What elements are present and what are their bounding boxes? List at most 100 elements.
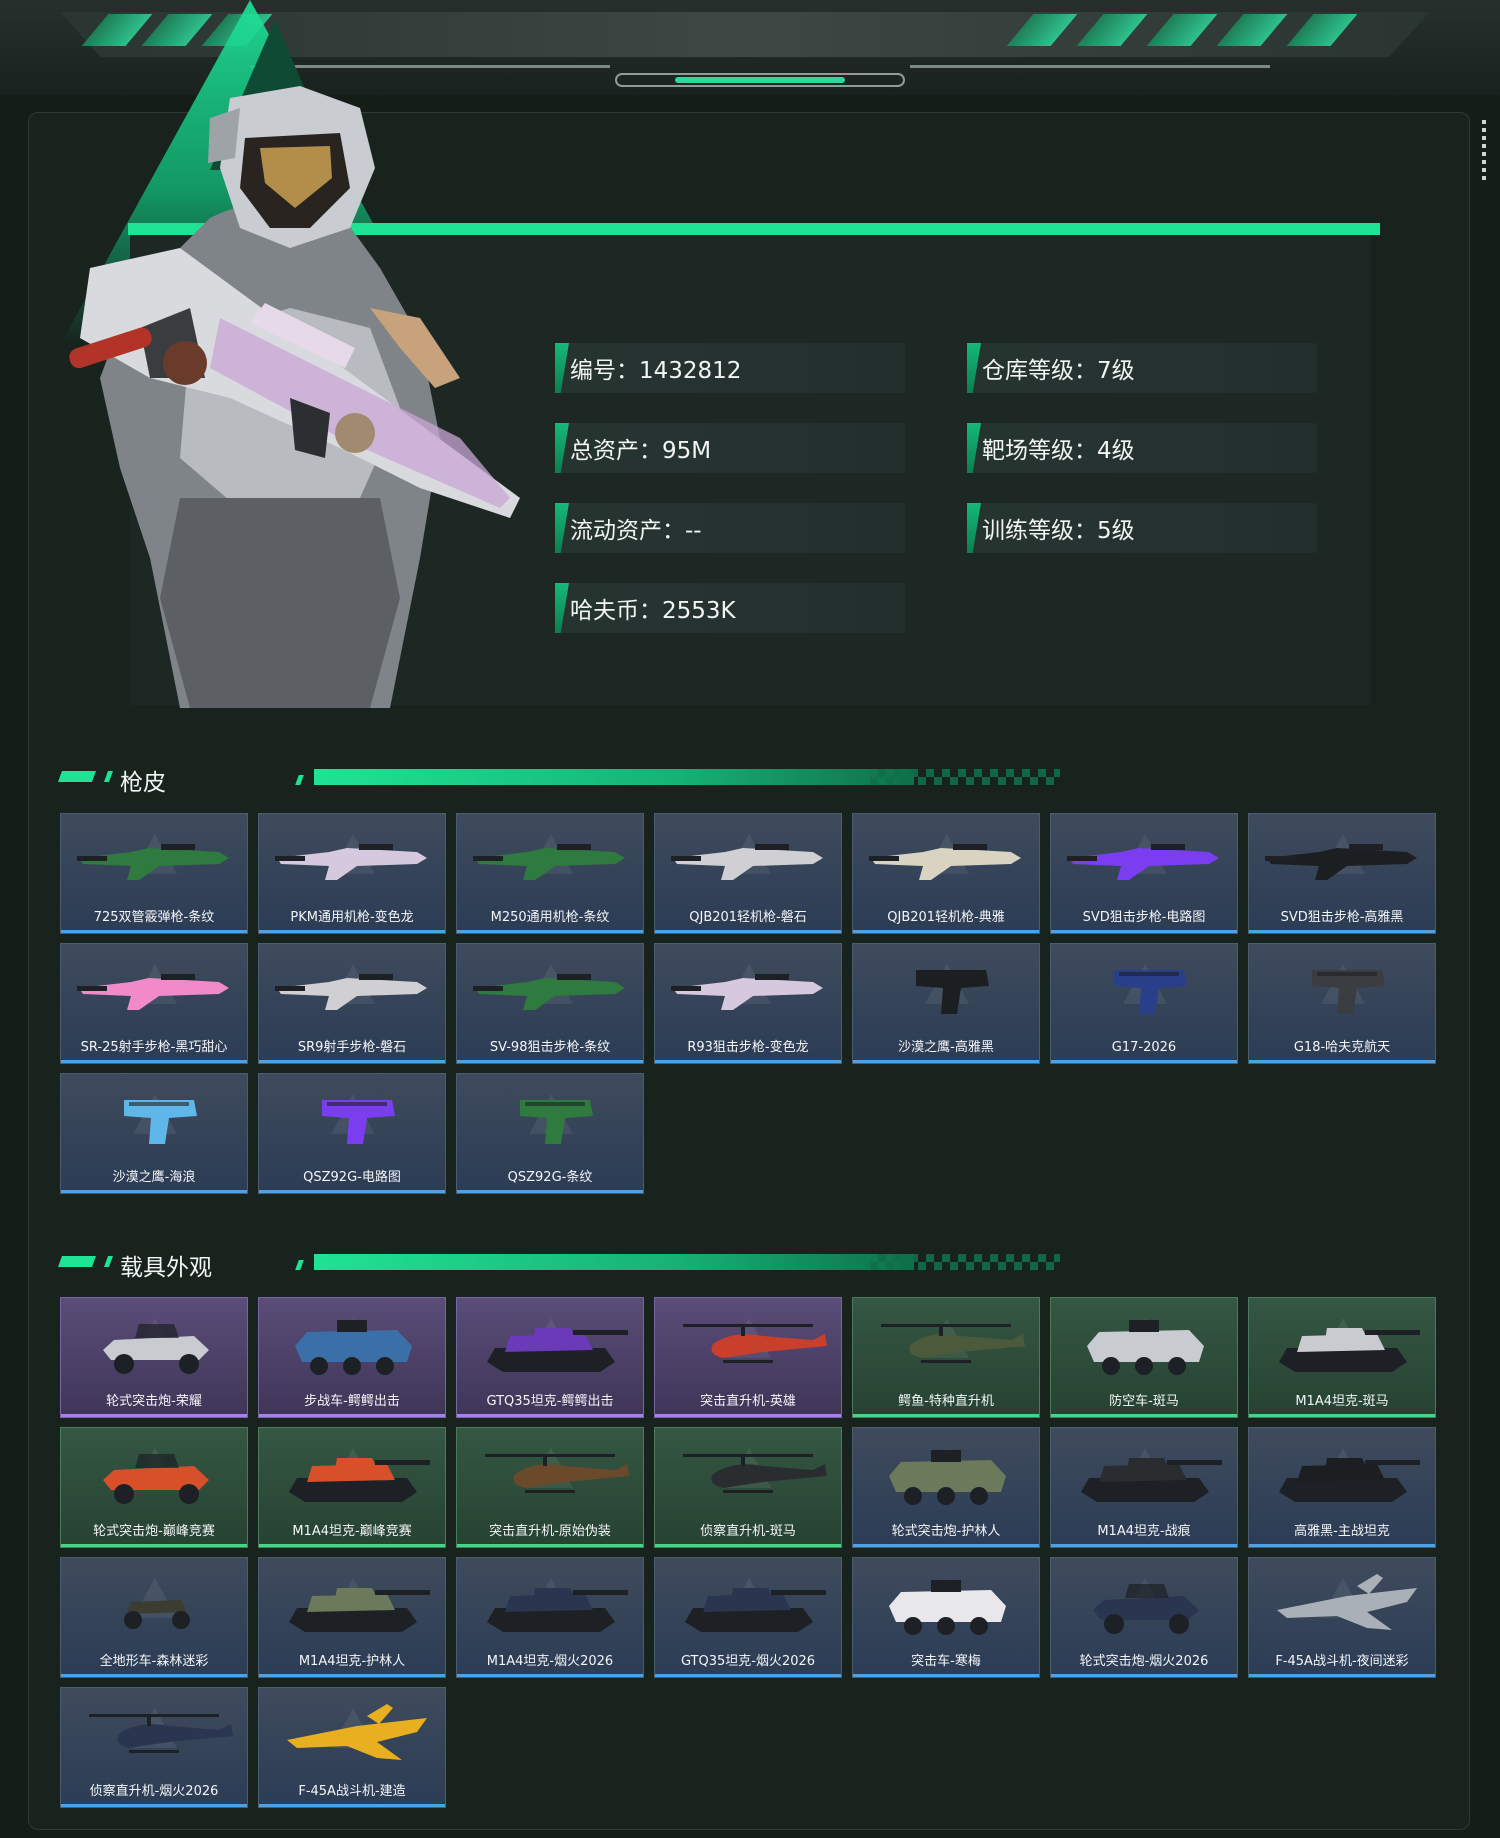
stat-range-level: 靶场等级：4级 [967,423,1317,473]
vehicle-name: GTQ35坦克-鳄鳄出击 [486,1394,614,1409]
rarity-underline [1051,1544,1237,1547]
skin-card[interactable]: PKM通用机枪-变色龙 [258,813,446,934]
stat-training-level: 训练等级：5级 [967,503,1317,553]
rarity-underline [259,930,445,933]
header-marker [57,771,97,782]
skin-card[interactable]: SVD狙击步枪-电路图 [1050,813,1238,934]
vehicle-card[interactable]: M1A4坦克-护林人 [258,1557,446,1678]
skin-card[interactable]: QJB201轻机枪-典雅 [852,813,1040,934]
rarity-underline [853,1060,1039,1063]
vehicle-name: M1A4坦克-烟火2026 [486,1654,614,1669]
vehicle-card[interactable]: M1A4坦克-斑马 [1248,1297,1436,1418]
stat-notch [555,343,569,393]
vehicle-card[interactable]: 高雅黑-主战坦克 [1248,1427,1436,1548]
vehicle-card[interactable]: F-45A战斗机-建造 [258,1687,446,1808]
skin-card[interactable]: G17-2026 [1050,943,1238,1064]
vehicle-card[interactable]: F-45A战斗机-夜间迷彩 [1248,1557,1436,1678]
skin-name: 725双管霰弹枪-条纹 [93,910,215,925]
vehicle-card[interactable]: 侦察直升机-斑马 [654,1427,842,1548]
stat-text: 编号：1432812 [570,358,742,384]
vehicle-card[interactable]: 突击直升机-原始伪装 [456,1427,644,1548]
skin-name: R93狙击步枪-变色龙 [687,1040,809,1055]
vehicle-card[interactable]: 侦察直升机-烟火2026 [60,1687,248,1808]
rarity-underline [1249,1414,1435,1417]
skin-card[interactable]: SR9射手步枪-磐石 [258,943,446,1064]
rarity-underline [1249,1544,1435,1547]
rarity-underline [655,930,841,933]
apc-icon [889,1580,1006,1635]
vehicle-card[interactable]: M1A4坦克-巅峰竞赛 [258,1427,446,1548]
vehicle-card[interactable]: GTQ35坦克-鳄鳄出击 [456,1297,644,1418]
skin-card[interactable]: SR-25射手步枪-黑巧甜心 [60,943,248,1064]
tank-icon [487,1328,628,1372]
skin-name: QJB201轻机枪-典雅 [887,910,1005,925]
vehicle-card[interactable]: 轮式突击炮-荣耀 [60,1297,248,1418]
rarity-underline [457,1674,643,1677]
gun-icon [77,844,229,880]
rarity-underline [61,1414,247,1417]
skin-name: PKM通用机枪-变色龙 [290,910,414,925]
vehicle-card[interactable]: 步战车-鳄鳄出击 [258,1297,446,1418]
skin-card[interactable]: R93狙击步枪-变色龙 [654,943,842,1064]
vehicle-card[interactable]: 鳄鱼-特种直升机 [852,1297,1040,1418]
section-header-vehicles: 载具外观 [57,1248,1070,1281]
vehicle-card[interactable]: 轮式突击炮-烟火2026 [1050,1557,1238,1678]
buggy-icon [103,1454,209,1504]
vehicle-card[interactable]: 轮式突击炮-护林人 [852,1427,1040,1548]
heli-icon [881,1324,1025,1363]
skin-card[interactable]: 沙漠之鹰-海浪 [60,1073,248,1194]
skin-card[interactable]: 沙漠之鹰-高雅黑 [852,943,1040,1064]
stat-text: 总资产：95M [570,438,712,464]
skin-card[interactable]: M250通用机枪-条纹 [456,813,644,934]
vehicle-name: 高雅黑-主战坦克 [1294,1524,1390,1539]
rarity-underline [457,1060,643,1063]
rarity-underline [1249,1060,1435,1063]
heli-icon [683,1324,827,1363]
pistol-icon [520,1100,593,1144]
vehicle-card[interactable]: 突击车-寒梅 [852,1557,1040,1678]
vehicle-name: 轮式突击炮-护林人 [891,1524,1001,1539]
skin-name: QSZ92G-电路图 [303,1170,401,1185]
rarity-underline [61,1544,247,1547]
vehicle-card[interactable]: 轮式突击炮-巅峰竞赛 [60,1427,248,1548]
vehicle-card[interactable]: GTQ35坦克-烟火2026 [654,1557,842,1678]
vehicle-name: 侦察直升机-斑马 [700,1524,796,1539]
skin-card[interactable]: QJB201轻机枪-磐石 [654,813,842,934]
vehicle-card[interactable]: M1A4坦克-烟火2026 [456,1557,644,1678]
skin-card[interactable]: SV-98狙击步枪-条纹 [456,943,644,1064]
skin-card[interactable]: SVD狙击步枪-高雅黑 [1248,813,1436,934]
top-pill-fill [675,77,845,83]
heli-icon [485,1454,629,1493]
vehicle-card[interactable]: M1A4坦克-战痕 [1050,1427,1238,1548]
rarity-underline [457,1190,643,1193]
pistol-icon [1114,970,1187,1014]
vehicle-card[interactable]: 突击直升机-英雄 [654,1297,842,1418]
skin-card[interactable]: G18-哈夫克航天 [1248,943,1436,1064]
skin-name: QSZ92G-条纹 [507,1170,593,1185]
stat-notch [967,423,981,473]
rarity-underline [853,1544,1039,1547]
apc-icon [1087,1320,1204,1375]
skin-name: G18-哈夫克航天 [1293,1040,1391,1055]
vehicle-name: 全地形车-森林迷彩 [99,1654,209,1669]
vehicle-name: F-45A战斗机-建造 [298,1784,406,1799]
rarity-underline [61,1804,247,1807]
rarity-underline [1051,1414,1237,1417]
header-checker [870,1254,1060,1270]
vehicle-name: 步战车-鳄鳄出击 [304,1394,400,1409]
rarity-underline [853,930,1039,933]
rarity-underline [1051,1674,1237,1677]
gun-icon [671,974,823,1010]
rarity-underline [1249,1674,1435,1677]
vehicle-card[interactable]: 全地形车-森林迷彩 [60,1557,248,1678]
rarity-underline [655,1674,841,1677]
skin-card[interactable]: QSZ92G-电路图 [258,1073,446,1194]
vehicle-card[interactable]: 防空车-斑马 [1050,1297,1238,1418]
vehicle-name: 轮式突击炮-烟火2026 [1079,1654,1209,1669]
pistol-icon [124,1100,197,1144]
skin-card[interactable]: QSZ92G-条纹 [456,1073,644,1194]
skin-card[interactable]: 725双管霰弹枪-条纹 [60,813,248,934]
stat-text: 流动资产：-- [570,518,702,544]
gun-icon [869,844,1021,880]
operator-portrait [69,86,520,708]
